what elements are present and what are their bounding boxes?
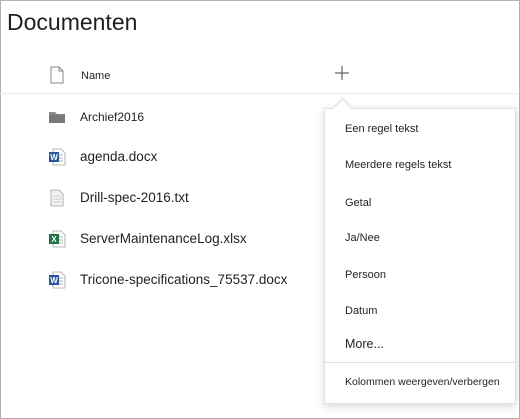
page-title: Documenten — [7, 9, 138, 35]
file-name[interactable]: Tricone-specifications_75537.docx — [80, 272, 287, 287]
column-header-name[interactable]: Name — [81, 70, 110, 82]
list-item[interactable]: W Tricone-specifications_75537.docx — [0, 259, 330, 299]
svg-text:W: W — [50, 153, 58, 162]
menu-item-number[interactable]: Getal — [345, 197, 371, 209]
add-column-menu: Een regel tekst Meerdere regels tekst Ge… — [324, 108, 516, 404]
list-item[interactable]: W agenda.docx — [0, 136, 330, 176]
list-item[interactable]: X ServerMaintenanceLog.xlsx — [0, 218, 330, 258]
menu-item-more[interactable]: More... — [345, 337, 384, 351]
svg-text:X: X — [51, 235, 57, 244]
list-header: Name — [0, 59, 518, 94]
menu-item-show-hide-columns[interactable]: Kolommen weergeven/verbergen — [345, 376, 500, 388]
excel-icon: X — [49, 230, 66, 248]
menu-item-date[interactable]: Datum — [345, 305, 377, 317]
file-name[interactable]: ServerMaintenanceLog.xlsx — [80, 231, 247, 246]
menu-item-yes-no[interactable]: Ja/Nee — [345, 232, 380, 244]
menu-divider — [325, 362, 515, 363]
plus-icon[interactable] — [332, 63, 352, 83]
file-name[interactable]: agenda.docx — [80, 149, 157, 164]
folder-icon — [49, 112, 65, 123]
word-icon: W — [49, 148, 66, 166]
text-file-icon — [50, 189, 64, 207]
svg-text:W: W — [50, 276, 58, 285]
file-name[interactable]: Archief2016 — [80, 110, 144, 124]
menu-item-multiple-lines-text[interactable]: Meerdere regels tekst — [345, 159, 451, 171]
list-item[interactable]: Archief2016 — [0, 96, 330, 136]
file-type-icon[interactable] — [50, 66, 64, 84]
word-icon: W — [49, 271, 66, 289]
menu-item-single-line-text[interactable]: Een regel tekst — [345, 123, 418, 135]
list-item[interactable]: Drill-spec-2016.txt — [0, 177, 330, 217]
file-name[interactable]: Drill-spec-2016.txt — [80, 190, 189, 205]
menu-item-person[interactable]: Persoon — [345, 269, 386, 281]
